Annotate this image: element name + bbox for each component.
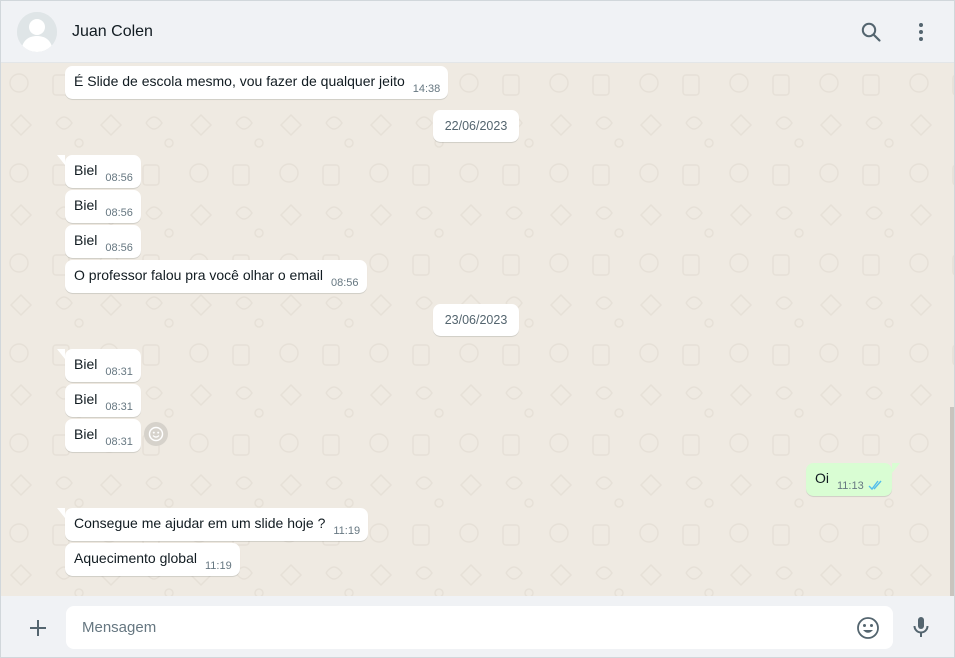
message-time: 11:13 (837, 479, 864, 492)
emoji-icon[interactable] (855, 615, 881, 641)
message-text: Consegue me ajudar em um slide hoje ? (74, 514, 326, 531)
message-bubble-incoming[interactable]: Biel 08:31 (65, 419, 141, 452)
bubble-tail (891, 463, 900, 473)
chat-header: Juan Colen (1, 1, 954, 63)
message-bubble-incoming[interactable]: O professor falou pra você olhar o email… (65, 260, 367, 293)
contact-name[interactable]: Juan Colen (72, 23, 153, 41)
composer-bar (1, 596, 954, 657)
message-text: Biel (74, 196, 98, 213)
message-time: 08:56 (105, 206, 133, 219)
message-text: Biel (74, 161, 98, 178)
default-avatar-icon (17, 12, 57, 52)
message-time: 08:31 (105, 400, 133, 413)
message-time: 08:31 (105, 365, 133, 378)
message-text: Biel (74, 231, 98, 248)
message-text: É Slide de escola mesmo, vou fazer de qu… (74, 72, 405, 89)
message-time: 08:56 (331, 276, 359, 289)
message-bubble-incoming[interactable]: Aquecimento global 11:19 (65, 543, 240, 576)
avatar[interactable] (17, 12, 57, 52)
plus-icon[interactable] (26, 616, 50, 640)
message-text: Aquecimento global (74, 549, 197, 566)
message-time: 11:19 (204, 559, 232, 572)
date-separator: 23/06/2023 (433, 304, 519, 336)
message-bubble-incoming[interactable]: É Slide de escola mesmo, vou fazer de qu… (65, 66, 449, 99)
message-time: 08:31 (105, 435, 133, 448)
message-input-box[interactable] (66, 606, 893, 649)
message-bubble-incoming[interactable]: Consegue me ajudar em um slide hoje ? 11… (57, 508, 369, 541)
scrollbar-thumb[interactable] (950, 407, 954, 596)
search-icon[interactable] (859, 20, 883, 44)
message-text: Oi (815, 469, 829, 486)
bubble-tail (57, 155, 65, 165)
message-bubble-incoming[interactable]: Biel 08:56 (57, 155, 141, 188)
microphone-icon[interactable] (909, 615, 933, 639)
message-bubble-incoming[interactable]: Biel 08:31 (57, 349, 141, 382)
date-separator: 22/06/2023 (433, 110, 519, 142)
message-bubble-incoming[interactable]: Biel 08:56 (65, 225, 141, 258)
message-list[interactable]: É Slide de escola mesmo, vou fazer de qu… (1, 63, 954, 596)
message-bubble-outgoing[interactable]: Oi 11:13 (806, 463, 900, 496)
message-time: 11:19 (333, 524, 361, 537)
message-text: Biel (74, 425, 98, 442)
message-time: 08:56 (105, 171, 133, 184)
bubble-tail (57, 508, 65, 518)
message-bubble-incoming[interactable]: Biel 08:31 (65, 384, 141, 417)
message-text: O professor falou pra você olhar o email (74, 266, 324, 283)
message-time: 08:56 (105, 241, 133, 254)
chat-window: Juan Colen É Slide de escola mesmo, vou … (0, 0, 955, 658)
message-time: 14:38 (412, 82, 441, 95)
message-text: Biel (74, 355, 98, 372)
react-emoji-icon[interactable] (144, 422, 168, 446)
message-bubble-incoming[interactable]: Biel 08:56 (65, 190, 141, 223)
more-vertical-icon[interactable] (909, 20, 933, 44)
message-input[interactable] (82, 606, 842, 649)
message-text: Biel (74, 390, 98, 407)
double-check-icon (868, 480, 882, 491)
bubble-tail (57, 349, 65, 359)
